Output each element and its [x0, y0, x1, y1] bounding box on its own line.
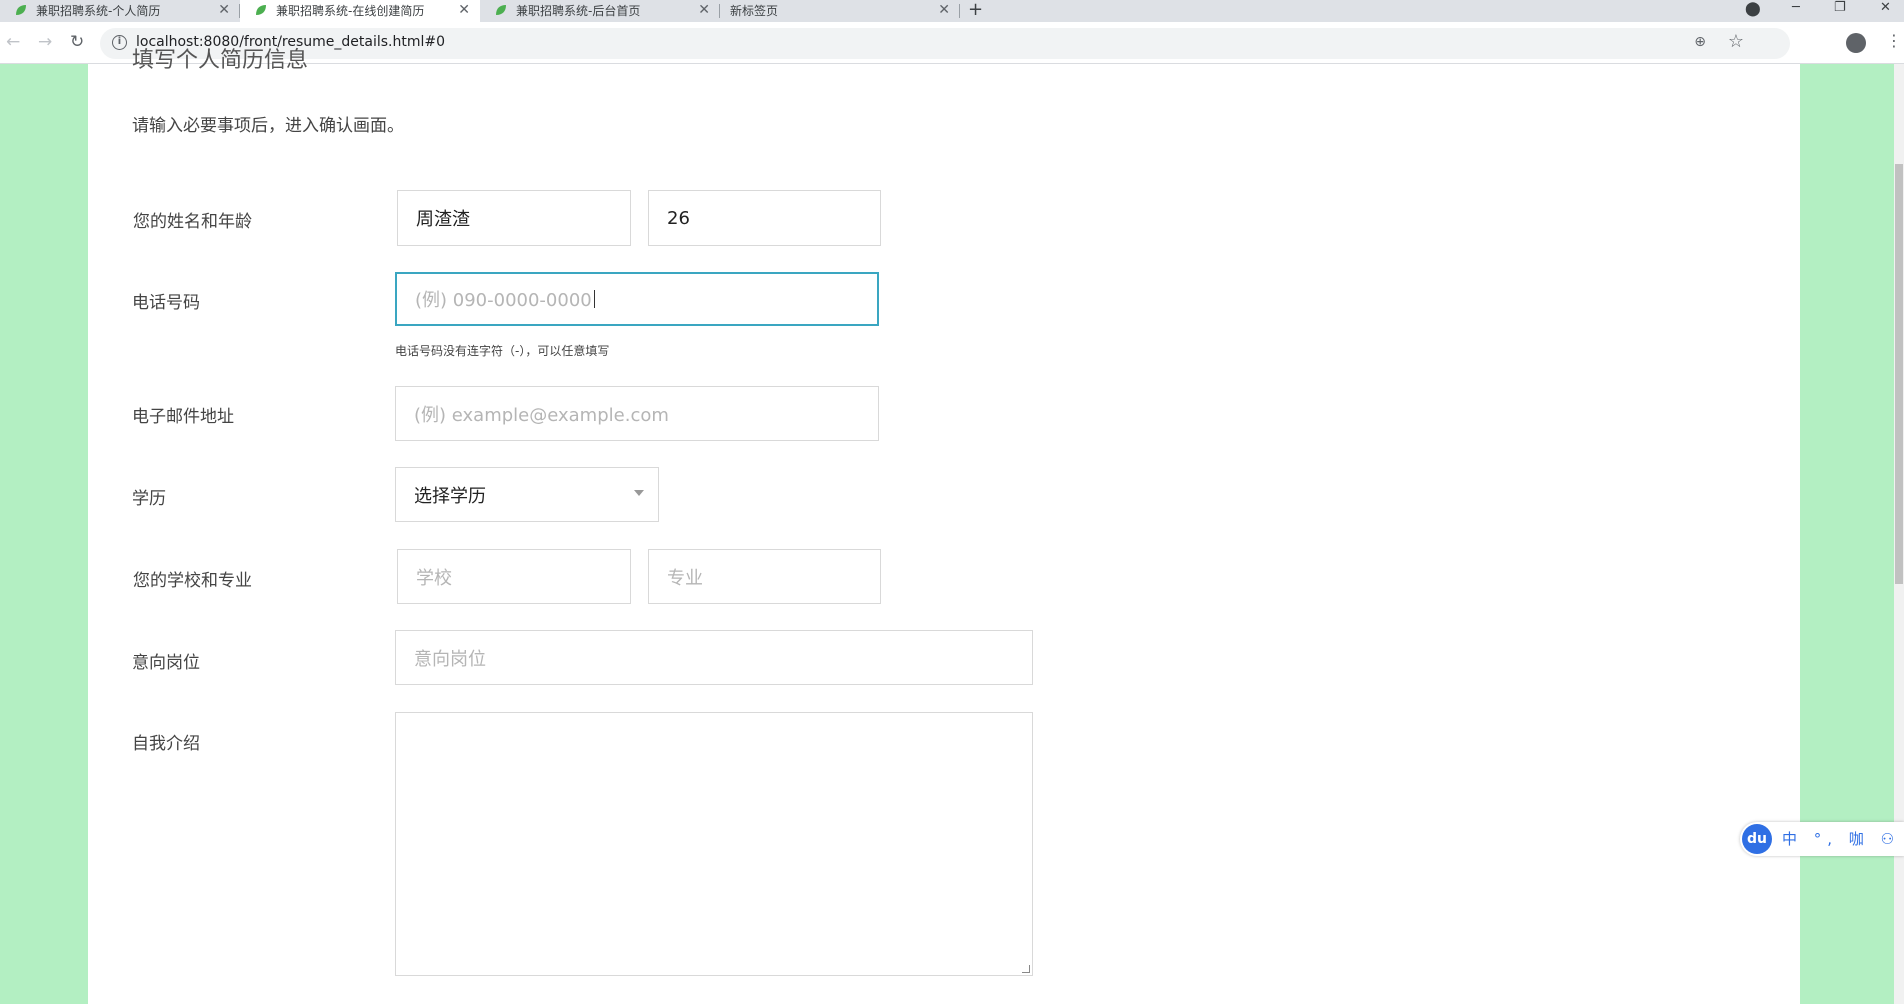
page-heading: 填写个人简历信息 — [132, 48, 309, 73]
close-icon[interactable]: ✕ — [218, 2, 230, 18]
profile-avatar-icon[interactable] — [1846, 33, 1866, 53]
school-input[interactable]: 学校 — [397, 549, 631, 604]
tab-new-tab[interactable]: 新标签页 ✕ — [720, 0, 960, 22]
baidu-ime-logo-icon[interactable]: du — [1742, 824, 1772, 854]
info-icon[interactable]: i — [112, 35, 127, 50]
tab-strip: 兼职招聘系统-个人简历 ✕ 兼职招聘系统-在线创建简历 ✕ 兼职招聘系统-后台首… — [0, 0, 1904, 22]
education-selected: 选择学历 — [414, 485, 486, 507]
tab-title: 兼职招聘系统-在线创建简历 — [276, 4, 425, 18]
position-label: 意向岗位 — [132, 653, 200, 673]
leaf-favicon-icon — [16, 5, 26, 15]
intro-text: 请输入必要事项后，进入确认画面。 — [132, 116, 404, 136]
self-intro-label: 自我介绍 — [132, 734, 200, 754]
close-icon[interactable]: ✕ — [458, 2, 470, 18]
phone-input[interactable]: (例) 090-0000-0000 — [395, 272, 879, 326]
dropdown-arrow-icon — [634, 490, 644, 496]
window-close-icon[interactable]: ✕ — [1880, 0, 1891, 15]
minimize-icon[interactable]: ─ — [1792, 0, 1800, 15]
zoom-icon[interactable]: ⊕ — [1694, 34, 1706, 50]
address-bar[interactable]: i localhost:8080/front/resume_details.ht… — [100, 28, 1790, 59]
page-scrollbar[interactable] — [1894, 64, 1904, 1004]
position-placeholder: 意向岗位 — [414, 648, 486, 670]
tab-create-resume[interactable]: 兼职招聘系统-在线创建简历 ✕ — [240, 0, 480, 22]
phone-label: 电话号码 — [132, 293, 200, 313]
resize-handle-icon[interactable] — [1022, 965, 1030, 973]
tab-title: 兼职招聘系统-个人简历 — [36, 4, 161, 18]
resume-form-page: 填写个人简历信息 请输入必要事项后，进入确认画面。 您的姓名和年龄 周渣渣 26… — [88, 48, 1800, 1004]
education-select[interactable]: 选择学历 — [395, 467, 659, 522]
self-intro-textarea[interactable] — [395, 712, 1033, 976]
major-placeholder: 专业 — [667, 567, 703, 589]
major-input[interactable]: 专业 — [648, 549, 881, 604]
school-placeholder: 学校 — [416, 567, 452, 589]
education-label: 学历 — [132, 489, 166, 509]
position-input[interactable]: 意向岗位 — [395, 630, 1033, 685]
text-cursor-icon — [593, 290, 595, 308]
close-icon[interactable]: ✕ — [698, 2, 710, 18]
age-input[interactable]: 26 — [648, 190, 881, 246]
new-tab-button[interactable]: + — [968, 0, 983, 20]
bookmark-star-icon[interactable]: ☆ — [1728, 31, 1744, 52]
school-major-label: 您的学校和专业 — [133, 571, 252, 591]
close-icon[interactable]: ✕ — [938, 2, 950, 18]
phone-hint: 电话号码没有连字符（-），可以任意填写 — [395, 344, 610, 358]
leaf-favicon-icon — [496, 5, 506, 15]
scrollbar-thumb[interactable] — [1895, 164, 1903, 584]
email-placeholder: (例) example@example.com — [414, 404, 669, 426]
leaf-favicon-icon — [256, 5, 266, 15]
tab-title: 新标签页 — [730, 4, 779, 18]
name-input[interactable]: 周渣渣 — [397, 190, 631, 246]
tab-resume[interactable]: 兼职招聘系统-个人简历 ✕ — [0, 0, 240, 22]
tab-title: 兼职招聘系统-后台首页 — [516, 4, 641, 18]
reload-icon[interactable]: ↻ — [70, 32, 84, 52]
restore-icon[interactable]: ❐ — [1834, 0, 1846, 15]
name-age-label: 您的姓名和年龄 — [133, 212, 252, 232]
ime-mode-icons[interactable]: 中 °, 咖 ⚇ ⊞ — [1782, 828, 1904, 849]
email-input[interactable]: (例) example@example.com — [395, 386, 879, 441]
menu-dots-icon[interactable]: ⋮ — [1886, 31, 1902, 50]
ime-toolbar[interactable]: du 中 °, 咖 ⚇ ⊞ — [1740, 822, 1904, 856]
phone-placeholder: (例) 090-0000-0000 — [415, 290, 592, 311]
back-icon[interactable]: ← — [6, 32, 20, 52]
email-label: 电子邮件地址 — [132, 407, 234, 427]
profile-dropdown-icon[interactable]: ⬤ — [1745, 1, 1761, 17]
forward-icon[interactable]: → — [38, 32, 52, 52]
tab-admin-home[interactable]: 兼职招聘系统-后台首页 ✕ — [480, 0, 720, 22]
